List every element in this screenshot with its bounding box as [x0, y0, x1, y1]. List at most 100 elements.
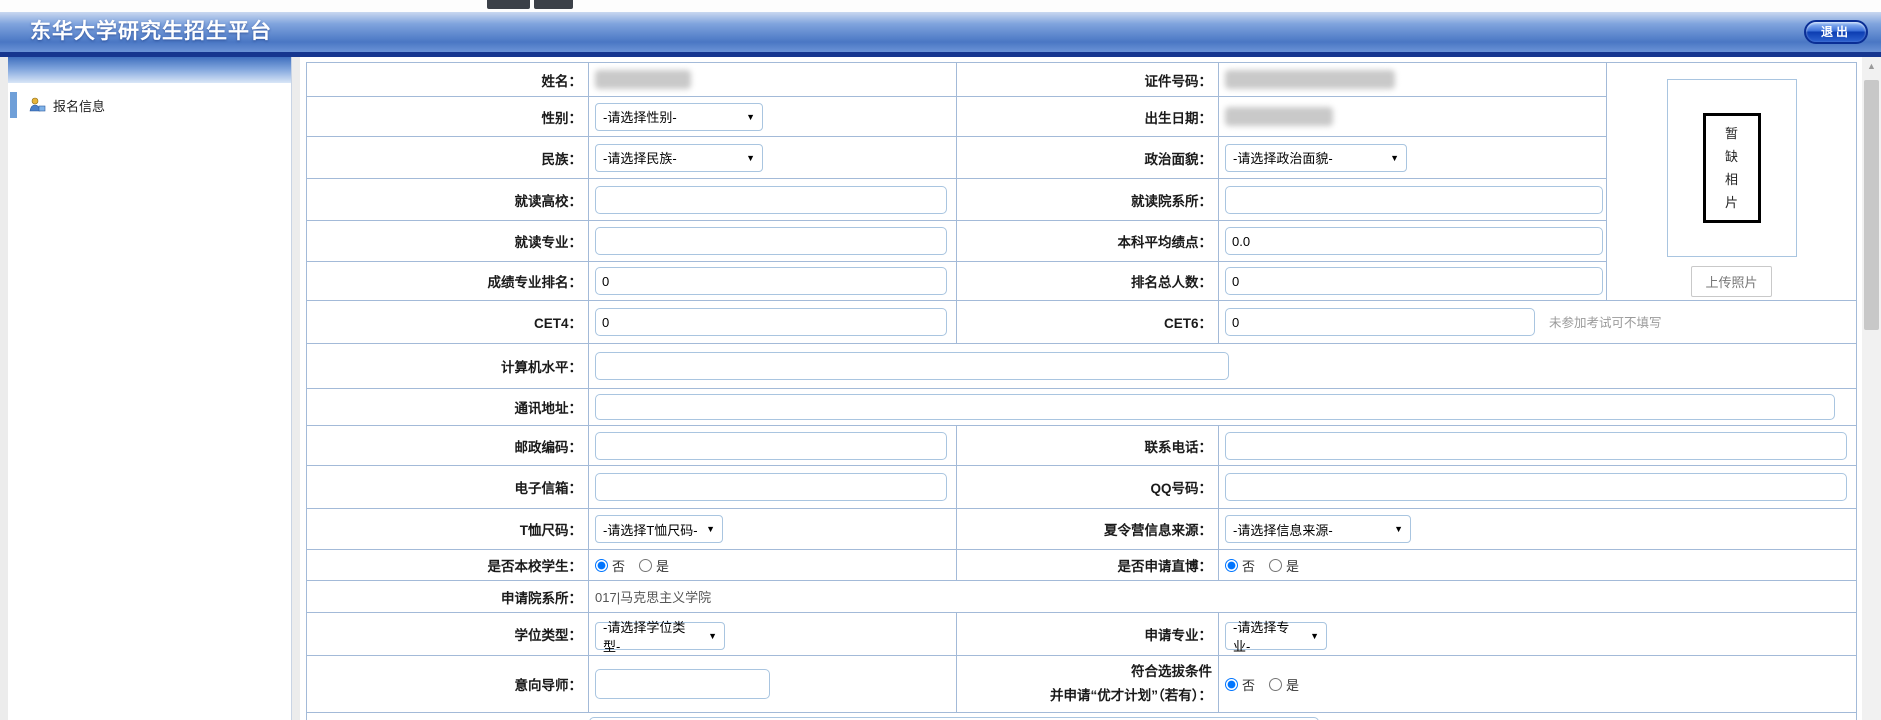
chevron-down-icon: ▼ [746, 112, 755, 122]
major-rank-input[interactable] [595, 267, 947, 295]
camp-source-select-value: -请选择信息来源- [1233, 520, 1333, 539]
top-tab-fragment [487, 0, 530, 9]
sidebar: 报名信息 [0, 57, 300, 720]
direct-phd-no-radio[interactable] [1225, 559, 1238, 572]
direct-phd-radio-group: 否 是 [1225, 556, 1856, 575]
photo-frame: 暂 缺 相 片 [1667, 79, 1797, 257]
id-number-value-redacted [1225, 70, 1395, 89]
sidebar-header-gradient [8, 57, 291, 83]
degree-type-select-value: -请选择学位类型- [603, 617, 700, 655]
postcode-input[interactable] [595, 432, 947, 460]
current-university-input[interactable] [595, 186, 947, 214]
local-student-no-radio[interactable] [595, 559, 608, 572]
chevron-down-icon: ▼ [1390, 153, 1399, 163]
photo-placeholder-char: 相 [1725, 168, 1738, 191]
chevron-down-icon: ▼ [1394, 524, 1403, 534]
chevron-down-icon: ▼ [1310, 631, 1319, 641]
apply-major-select[interactable]: -请选择专业- ▼ [1225, 622, 1327, 650]
apply-department-label: 申请院系所： [307, 581, 589, 613]
talent-plan-label-line2: 并申请“优才计划”（若有）： [1050, 688, 1212, 703]
mailing-address-label: 通讯地址： [307, 389, 589, 426]
ethnicity-select-value: -请选择民族- [603, 148, 677, 167]
logout-button[interactable]: 退出 [1804, 20, 1868, 44]
advisor-label: 意向导师： [307, 656, 589, 713]
cet4-input[interactable] [595, 308, 947, 336]
mailing-address-input[interactable] [595, 394, 1835, 420]
cet6-input[interactable] [1225, 308, 1535, 336]
gender-label: 性别： [307, 97, 589, 137]
chevron-down-icon: ▼ [706, 524, 715, 534]
email-label: 电子信箱： [307, 466, 589, 509]
ethnicity-select[interactable]: -请选择民族- ▼ [595, 144, 763, 172]
top-tab-fragment [534, 0, 573, 9]
person-icon [28, 97, 46, 113]
upload-photo-button[interactable]: 上传照片 [1691, 266, 1771, 297]
computer-skill-label: 计算机水平： [307, 344, 589, 389]
application-window: 东华大学研究生招生平台 退出 报名信息 [0, 0, 1881, 720]
apply-major-label: 申请专业： [957, 613, 1219, 656]
talent-plan-no-radio[interactable] [1225, 678, 1238, 691]
email-input[interactable] [595, 473, 947, 501]
name-label: 姓名： [307, 63, 589, 97]
talent-plan-radio-group: 否 是 [1225, 675, 1856, 694]
talent-plan-yes-radio[interactable] [1269, 678, 1282, 691]
current-department-label: 就读院系所： [957, 179, 1219, 221]
major-rank-label: 成绩专业排名： [307, 262, 589, 301]
gender-select-value: -请选择性别- [603, 107, 677, 126]
direct-phd-label: 是否申请直博： [957, 550, 1219, 581]
scrollbar-thumb[interactable] [1864, 80, 1879, 330]
radio-yes-label: 是 [1286, 556, 1299, 575]
app-header: 东华大学研究生招生平台 退出 [0, 12, 1881, 52]
camp-source-label: 夏令营信息来源： [957, 509, 1219, 550]
tshirt-size-select-value: -请选择T恤尺码- [603, 520, 698, 539]
radio-yes-label: 是 [656, 556, 669, 575]
degree-type-select[interactable]: -请选择学位类型- ▼ [595, 622, 725, 650]
sidebar-panel: 报名信息 [8, 57, 292, 720]
scrollbar-up-arrow[interactable]: ▲ [1862, 57, 1881, 74]
photo-placeholder: 暂 缺 相 片 [1703, 113, 1761, 223]
current-university-label: 就读高校： [307, 179, 589, 221]
advisor-input[interactable] [595, 669, 770, 699]
sidebar-item-label: 报名信息 [53, 96, 105, 115]
computer-skill-input[interactable] [595, 352, 1229, 380]
radio-yes-label: 是 [1286, 675, 1299, 694]
tshirt-size-label: T恤尺码： [307, 509, 589, 550]
radio-no-label: 否 [1242, 556, 1255, 575]
vertical-scrollbar[interactable]: ▲ [1862, 57, 1881, 720]
name-value-redacted [595, 70, 691, 89]
talent-plan-label-line1: 符合选拔条件 [957, 664, 1212, 680]
direct-phd-yes-radio[interactable] [1269, 559, 1282, 572]
phone-input[interactable] [1225, 432, 1847, 460]
tshirt-size-select[interactable]: -请选择T恤尺码- ▼ [595, 515, 723, 543]
browser-top-strip [0, 0, 1881, 12]
ethnicity-label: 民族： [307, 137, 589, 179]
postcode-label: 邮政编码： [307, 426, 589, 466]
camp-source-select[interactable]: -请选择信息来源- ▼ [1225, 515, 1411, 543]
talent-plan-label: 符合选拔条件 并申请“优才计划”（若有）： [957, 656, 1219, 713]
radio-no-label: 否 [612, 556, 625, 575]
qq-input[interactable] [1225, 473, 1847, 501]
birth-date-label: 出生日期： [957, 97, 1219, 137]
page-title: 东华大学研究生招生平台 [0, 12, 1881, 52]
photo-placeholder-char: 片 [1725, 191, 1738, 214]
political-status-select-value: -请选择政治面貌- [1233, 148, 1333, 167]
gender-select[interactable]: -请选择性别- ▼ [595, 103, 763, 131]
id-number-label: 证件号码： [957, 63, 1219, 97]
phone-label: 联系电话： [957, 426, 1219, 466]
rank-total-label: 排名总人数： [957, 262, 1219, 301]
rank-total-input[interactable] [1225, 267, 1603, 295]
sidebar-item-registration-info[interactable]: 报名信息 [8, 83, 291, 127]
cet6-label: CET6： [957, 301, 1219, 344]
cet6-note: 未参加考试可不填写 [1549, 316, 1662, 330]
current-department-input[interactable] [1225, 186, 1603, 214]
political-status-label: 政治面貌： [957, 137, 1219, 179]
degree-type-label: 学位类型： [307, 613, 589, 656]
birth-date-value-redacted [1225, 107, 1333, 126]
local-student-yes-radio[interactable] [639, 559, 652, 572]
current-major-input[interactable] [595, 227, 947, 255]
qq-label: QQ号码： [957, 466, 1219, 509]
gpa-input[interactable] [1225, 227, 1603, 255]
registration-form-table: 姓名： 证件号码： 暂 缺 相 片 上传照片 [306, 62, 1857, 720]
political-status-select[interactable]: -请选择政治面貌- ▼ [1225, 144, 1407, 172]
chevron-down-icon: ▼ [746, 153, 755, 163]
